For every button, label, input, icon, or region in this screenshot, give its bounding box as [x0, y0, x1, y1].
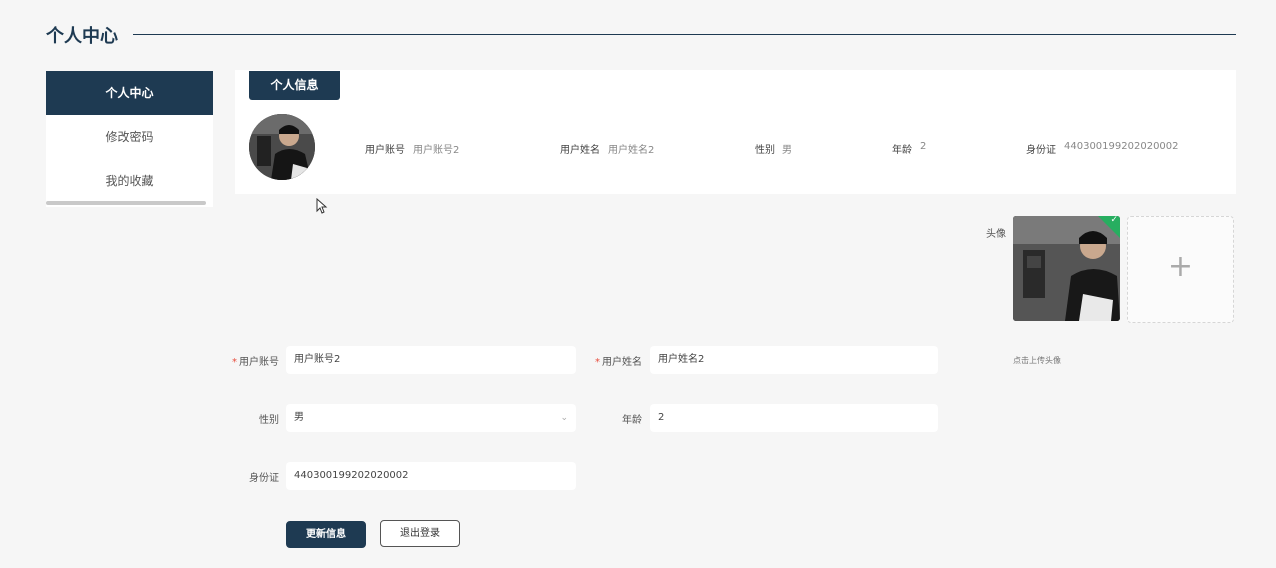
header-divider [133, 34, 1236, 35]
info-label-age: 年龄 [892, 145, 912, 156]
sidebar-item-change-password[interactable]: 修改密码 [46, 115, 213, 159]
info-value-gender: 男 [782, 145, 792, 156]
info-label-account: 用户账号 [365, 145, 405, 156]
avatar-photo [249, 114, 315, 180]
required-mark: * [595, 357, 600, 368]
gender-select[interactable]: 男 ⌄ [286, 404, 576, 432]
account-input[interactable]: 用户账号2 [286, 346, 576, 374]
info-label-id-card: 身份证 [1026, 145, 1056, 156]
avatar-upload-add-button[interactable]: + [1127, 216, 1234, 323]
info-label-name: 用户姓名 [560, 145, 600, 156]
name-input[interactable]: 用户姓名2 [650, 346, 938, 374]
account-label: * 用户账号 [209, 353, 279, 368]
tab-personal-info[interactable]: 个人信息 [249, 71, 340, 100]
avatar-upload-hint: 点击上传头像 [1013, 356, 1061, 365]
gender-label: 性别 [259, 415, 279, 426]
avatar-upload-thumbnail[interactable]: ✓ [1013, 216, 1120, 321]
id-card-label: 身份证 [249, 473, 279, 484]
update-info-button[interactable]: 更新信息 [286, 521, 366, 548]
id-card-input[interactable]: 440300199202020002 [286, 462, 576, 490]
gender-select-value: 男 [294, 412, 304, 423]
required-mark: * [232, 357, 237, 368]
check-icon: ✓ [1110, 216, 1118, 225]
info-card [235, 70, 1236, 194]
name-label: * 用户姓名 [572, 353, 642, 368]
sidebar-item-my-favorites[interactable]: 我的收藏 [46, 159, 213, 203]
mouse-cursor-icon [316, 198, 328, 214]
info-value-account: 用户账号2 [413, 145, 460, 156]
sidebar-scrollbar[interactable] [46, 201, 206, 205]
info-value-name: 用户姓名2 [608, 145, 655, 156]
info-label-gender: 性别 [755, 145, 775, 156]
account-label-text: 用户账号 [239, 357, 279, 368]
sidebar-item-personal-center[interactable]: 个人中心 [46, 71, 213, 115]
page-title: 个人中心 [46, 26, 118, 47]
sidebar: 个人中心 修改密码 我的收藏 [46, 71, 213, 207]
name-label-text: 用户姓名 [602, 357, 642, 368]
chevron-down-icon: ⌄ [560, 413, 568, 423]
info-value-age: 2 [920, 141, 927, 152]
info-value-id-card: 440300199202020002 [1064, 141, 1179, 152]
age-input[interactable]: 2 [650, 404, 938, 432]
avatar-label: 头像 [986, 229, 1006, 240]
age-label: 年龄 [622, 415, 642, 426]
logout-button[interactable]: 退出登录 [380, 520, 460, 547]
avatar [249, 114, 315, 180]
